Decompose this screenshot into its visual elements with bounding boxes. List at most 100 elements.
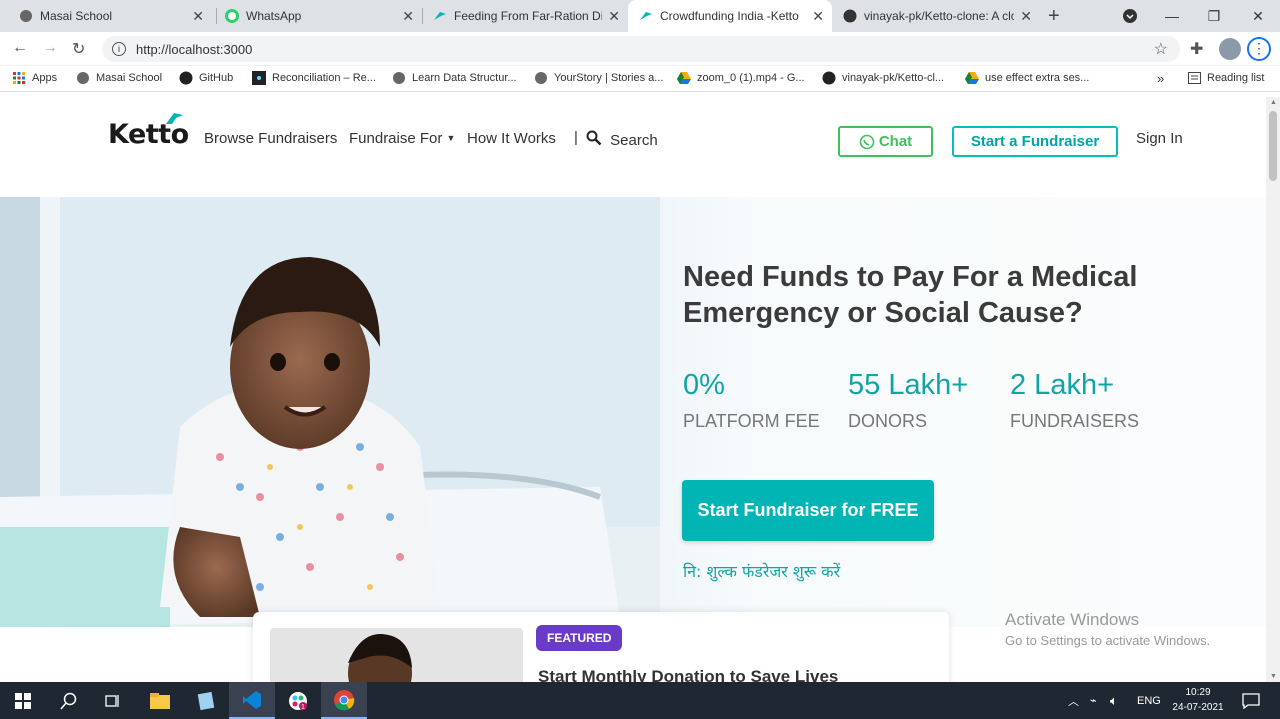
- stat-donors-value: 55 Lakh+: [848, 369, 969, 401]
- tab-github-ketto-clone[interactable]: vinayak-pk/Ketto-clone: A clo ✕: [832, 0, 1040, 32]
- bookmark-apps[interactable]: Apps: [12, 71, 57, 85]
- address-bar[interactable]: i http://localhost:3000 ☆: [102, 36, 1180, 62]
- bookmark-use-effect[interactable]: use effect extra ses...: [965, 71, 1089, 85]
- volume-icon[interactable]: 🔈︎: [1110, 682, 1118, 719]
- page-viewport: Ketto Browse Fundraisers Fundraise For ▼…: [0, 97, 1266, 682]
- windows-start-icon[interactable]: [0, 682, 46, 719]
- forward-icon[interactable]: →: [42, 39, 58, 57]
- close-icon[interactable]: ✕: [192, 8, 204, 25]
- ketto-logo[interactable]: Ketto: [108, 113, 189, 150]
- close-window-button[interactable]: ✕: [1238, 0, 1278, 32]
- start-a-fundraiser-button[interactable]: Start a Fundraiser: [952, 126, 1118, 157]
- nav-search[interactable]: Search: [586, 130, 658, 149]
- bookmark-ketto-clone[interactable]: vinayak-pk/Ketto-cl...: [822, 71, 944, 85]
- reload-icon[interactable]: ↻: [72, 39, 85, 59]
- clock-date: 24-07-2021: [1172, 702, 1224, 713]
- stat-platform-fee-label: PLATFORM FEE: [683, 411, 820, 431]
- globe-icon: [392, 71, 406, 85]
- featured-badge: FEATURED: [536, 625, 623, 651]
- back-icon[interactable]: ←: [12, 39, 28, 57]
- scroll-down-arrow-icon[interactable]: ▼: [1270, 673, 1277, 680]
- bookmark-label: GitHub: [199, 72, 234, 84]
- whatsapp-icon: [224, 8, 240, 24]
- task-view-icon[interactable]: [90, 682, 136, 719]
- reading-list-button[interactable]: Reading list: [1187, 71, 1264, 85]
- info-icon[interactable]: i: [112, 42, 126, 56]
- watermark-line1: Activate Windows: [1005, 610, 1140, 629]
- clock-time: 10:29: [1185, 687, 1211, 698]
- logo-bird-icon: [166, 113, 183, 124]
- notifications-icon[interactable]: [1228, 682, 1274, 719]
- bookmark-zoom-video[interactable]: zoom_0 (1).mp4 - G...: [677, 71, 805, 85]
- bookmark-label: Reconciliation – Re...: [272, 72, 376, 84]
- nav-search-label: Search: [610, 132, 658, 149]
- bookmark-masai-school[interactable]: Masai School: [76, 71, 162, 85]
- sign-in-link[interactable]: Sign In: [1136, 130, 1183, 147]
- profile-avatar[interactable]: [1219, 38, 1241, 60]
- featured-card-title[interactable]: Start Monthly Donation to Save Lives: [538, 667, 838, 682]
- vscode-icon[interactable]: [229, 682, 275, 719]
- bookmark-label: vinayak-pk/Ketto-cl...: [842, 72, 945, 84]
- bookmark-label: YourStory | Stories a...: [554, 72, 664, 84]
- tab-whatsapp[interactable]: WhatsApp ✕: [212, 0, 422, 32]
- cta-hindi-link[interactable]: नि: शुल्क फंडरेजर शुरू करें: [683, 560, 840, 582]
- stat-fundraisers-value: 2 Lakh+: [1010, 369, 1115, 401]
- tab-feeding-from-far[interactable]: Feeding From Far-Ration Dist ✕: [422, 0, 628, 32]
- windows-taskbar: 1 ︿ ⌁ 🔈︎ ENG 10:29 24-07-2021: [0, 682, 1280, 719]
- site-header: Ketto Browse Fundraisers Fundraise For ▼…: [0, 97, 1266, 182]
- scroll-up-arrow-icon[interactable]: ▲: [1270, 99, 1277, 106]
- chat-button[interactable]: Chat: [838, 126, 933, 157]
- hero-headline-line2: Emergency or Social Cause?: [683, 297, 1083, 329]
- github-icon: [179, 71, 193, 85]
- notepad-app-icon[interactable]: [183, 682, 229, 719]
- close-icon[interactable]: ✕: [812, 8, 824, 25]
- bookmark-star-icon[interactable]: ☆: [1154, 39, 1168, 59]
- bookmark-github[interactable]: GitHub: [179, 71, 233, 85]
- bookmark-reconciliation[interactable]: Reconciliation – Re...: [252, 71, 376, 85]
- browser-toolbar: ← → ↻ i http://localhost:3000 ☆ ✚ ⋮: [0, 32, 1280, 66]
- reading-list-icon: [1187, 71, 1201, 85]
- tab-masai-school[interactable]: Masai School ✕: [0, 0, 212, 32]
- language-indicator[interactable]: ENG: [1137, 682, 1161, 719]
- hero-child-photo: [0, 197, 660, 627]
- nav-fundraise-for-label: Fundraise For: [349, 130, 443, 147]
- tab-title: Feeding From Far-Ration Dist: [454, 9, 603, 23]
- featured-card-image: [270, 628, 523, 682]
- tray-chevron-up-icon[interactable]: ︿: [1068, 682, 1079, 719]
- chrome-icon[interactable]: [321, 682, 367, 719]
- hero-headline-line1: Need Funds to Pay For a Medical: [683, 261, 1138, 293]
- close-icon[interactable]: ✕: [1020, 8, 1032, 25]
- bookmarks-overflow-button[interactable]: »: [1157, 71, 1164, 86]
- bookmark-label: zoom_0 (1).mp4 - G...: [697, 72, 805, 84]
- url-text: http://localhost:3000: [136, 41, 253, 57]
- file-explorer-icon[interactable]: [137, 682, 183, 719]
- slack-icon[interactable]: 1: [275, 682, 321, 719]
- tab-title: Masai School: [40, 9, 113, 23]
- nav-how-it-works[interactable]: How It Works: [467, 130, 556, 147]
- close-icon[interactable]: ✕: [608, 8, 620, 25]
- taskbar-clock[interactable]: 10:29 24-07-2021: [1166, 685, 1230, 715]
- globe-icon: [534, 71, 548, 85]
- scrollbar-thumb[interactable]: [1269, 111, 1277, 181]
- restore-button[interactable]: ❐: [1194, 0, 1234, 32]
- tab-title: vinayak-pk/Ketto-clone: A clo: [864, 9, 1015, 23]
- menu-icon[interactable]: ⋮: [1247, 37, 1271, 61]
- network-icon[interactable]: ⌁: [1090, 682, 1097, 719]
- hero-headline: Need Funds to Pay For a Medical Emergenc…: [683, 259, 1203, 331]
- close-icon[interactable]: ✕: [402, 8, 414, 25]
- github-icon: [822, 71, 836, 85]
- bookmark-yourstory[interactable]: YourStory | Stories a...: [534, 71, 663, 85]
- tab-search-icon[interactable]: [1110, 0, 1150, 32]
- extensions-icon[interactable]: ✚: [1190, 39, 1203, 59]
- page-scrollbar[interactable]: ▲ ▼: [1266, 97, 1280, 682]
- reading-list-label: Reading list: [1207, 72, 1265, 84]
- nav-browse-fundraisers[interactable]: Browse Fundraisers: [204, 130, 337, 147]
- whatsapp-icon: [859, 134, 875, 149]
- taskbar-search-icon[interactable]: [46, 682, 92, 719]
- bookmark-learn-data-structures[interactable]: Learn Data Structur...: [392, 71, 517, 85]
- minimize-button[interactable]: —: [1152, 0, 1192, 32]
- new-tab-button[interactable]: +: [1048, 5, 1060, 28]
- tab-crowdfunding-india[interactable]: Crowdfunding India -Ketto ✕: [628, 0, 832, 32]
- nav-fundraise-for[interactable]: Fundraise For ▼: [349, 130, 455, 147]
- start-fundraiser-free-button[interactable]: Start Fundraiser for FREE: [682, 480, 934, 541]
